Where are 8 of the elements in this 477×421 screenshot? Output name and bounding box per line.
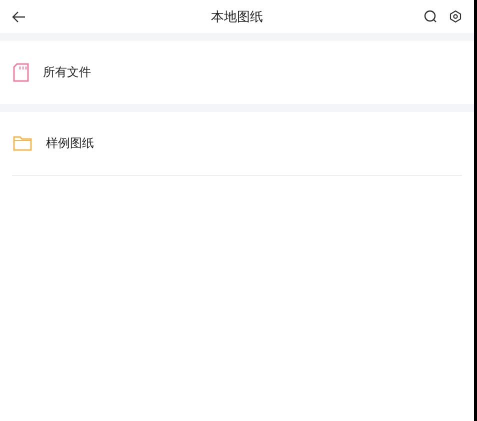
- settings-icon[interactable]: [449, 10, 462, 23]
- folder-icon: [13, 136, 32, 151]
- page-title: 本地图纸: [211, 8, 263, 26]
- back-icon[interactable]: [12, 10, 26, 22]
- list-item[interactable]: 样例图纸: [12, 112, 462, 176]
- search-icon[interactable]: [424, 10, 437, 23]
- sd-card-icon: [13, 63, 29, 82]
- list-item[interactable]: 所有文件: [0, 41, 474, 104]
